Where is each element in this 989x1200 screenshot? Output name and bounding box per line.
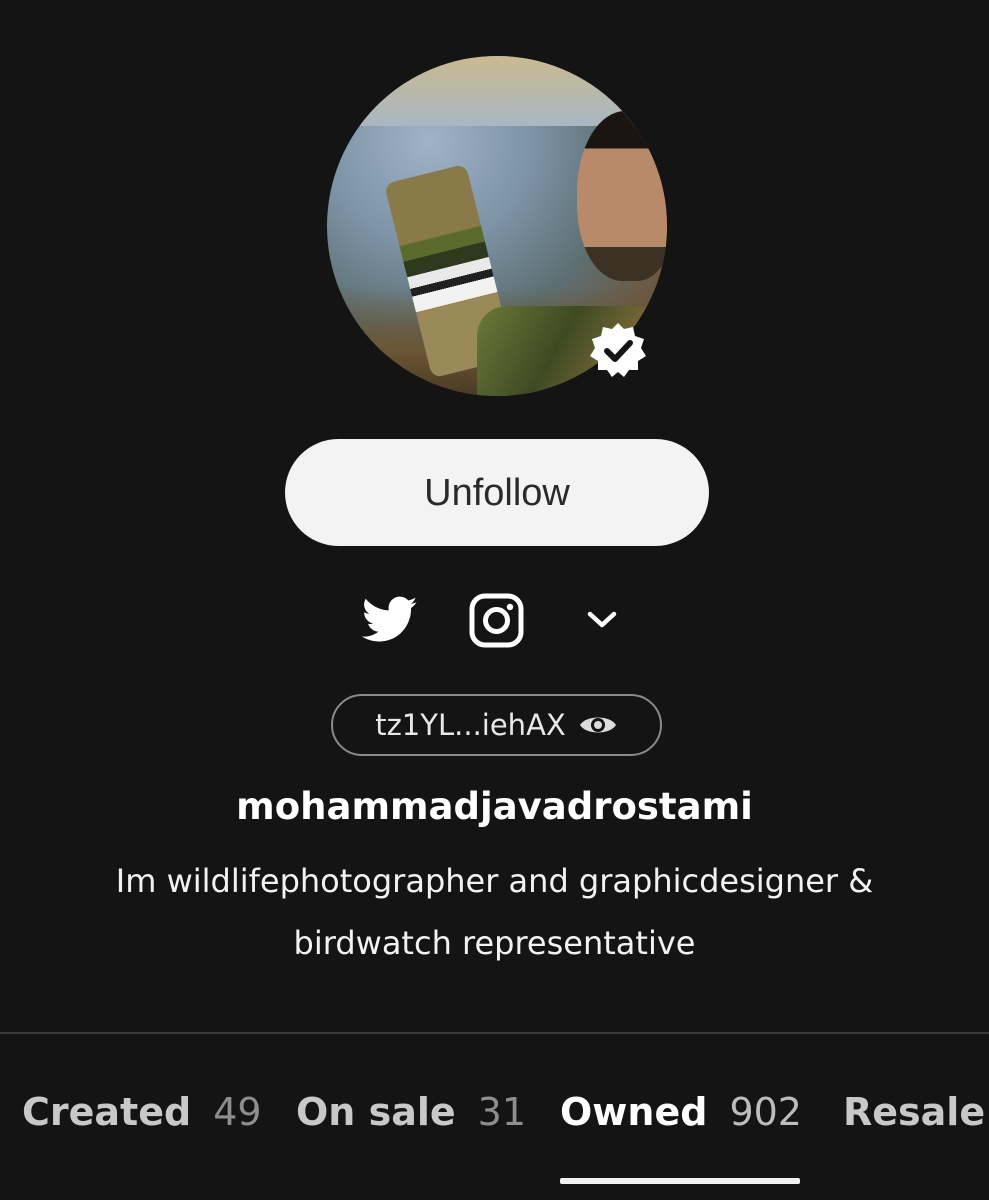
tab-label: On sale <box>296 1090 456 1134</box>
tab-count: 31 <box>477 1090 527 1134</box>
tab-count: 902 <box>729 1090 802 1134</box>
tab-count: 49 <box>213 1090 262 1134</box>
twitter-icon[interactable] <box>362 596 418 644</box>
bio-line: birdwatch representative <box>293 924 696 962</box>
tab-owned[interactable]: Owned 902 <box>560 1090 802 1134</box>
tab-label: Resale <box>843 1090 986 1134</box>
profile-avatar <box>327 56 667 396</box>
tab-resale[interactable]: Resale <box>843 1090 985 1134</box>
tab-label: Created <box>22 1090 192 1134</box>
chevron-down-icon[interactable] <box>585 608 619 632</box>
unfollow-button[interactable]: Unfollow <box>285 439 709 546</box>
divider <box>0 1032 989 1034</box>
instagram-icon[interactable] <box>469 593 524 648</box>
active-tab-indicator <box>560 1178 800 1184</box>
tab-created[interactable]: Created 49 <box>22 1090 262 1134</box>
bio-line: Im wildlifephotographer and graphicdesig… <box>115 862 874 900</box>
verified-badge-icon <box>590 323 646 377</box>
profile-tabs: Created 49 On sale 31 Owned 902 Resale <box>0 1090 989 1150</box>
wallet-address: tz1YL...iehAX <box>375 708 566 742</box>
profile-username: mohammadjavadrostami <box>236 785 753 828</box>
tab-on-sale[interactable]: On sale 31 <box>296 1090 526 1134</box>
profile-bio: Im wildlifephotographer and graphicdesig… <box>60 850 929 974</box>
eye-icon <box>579 717 616 733</box>
tab-label: Owned <box>560 1090 708 1134</box>
wallet-address-pill[interactable]: tz1YL...iehAX <box>331 694 662 756</box>
